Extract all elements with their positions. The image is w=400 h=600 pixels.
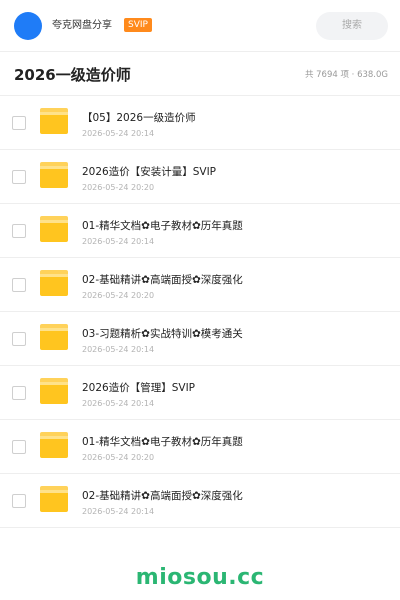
folder-title-bar: 2026一级造价师 共 7694 项 · 638.0G [0, 52, 400, 96]
list-item[interactable]: 03-习题精析✿实战特训✿模考通关 2026-05-24 20:14 [0, 312, 400, 366]
svip-badge: SVIP [124, 18, 152, 32]
item-date: 2026-05-24 20:14 [82, 129, 155, 138]
search-button[interactable]: 搜索 [316, 12, 388, 40]
list-item[interactable]: 02-基础精讲✿高端面授✿深度强化 2026-05-24 20:20 [0, 258, 400, 312]
item-date: 2026-05-24 20:20 [82, 291, 155, 300]
list-item[interactable]: 2026造价【安装计量】SVIP 2026-05-24 20:20 [0, 150, 400, 204]
item-date: 2026-05-24 20:14 [82, 507, 155, 516]
list-item[interactable]: 【05】2026一级造价师 2026-05-24 20:14 [0, 96, 400, 150]
item-date: 2026-05-24 20:20 [82, 453, 155, 462]
item-name: 【05】2026一级造价师 [82, 112, 196, 124]
folder-icon [40, 270, 68, 296]
item-name: 02-基础精讲✿高端面授✿深度强化 [82, 274, 243, 286]
item-checkbox[interactable] [12, 116, 26, 130]
folder-icon [40, 108, 68, 134]
item-date: 2026-05-24 20:20 [82, 183, 155, 192]
item-checkbox[interactable] [12, 278, 26, 292]
list-item[interactable]: 2026造价【管理】SVIP 2026-05-24 20:14 [0, 366, 400, 420]
item-date: 2026-05-24 20:14 [82, 345, 155, 354]
item-date: 2026-05-24 20:14 [82, 399, 155, 408]
item-checkbox[interactable] [12, 332, 26, 346]
folder-icon [40, 486, 68, 512]
list-item[interactable]: 01-精华文档✿电子教材✿历年真题 2026-05-24 20:14 [0, 204, 400, 258]
list-item[interactable]: 01-精华文档✿电子教材✿历年真题 2026-05-24 20:20 [0, 420, 400, 474]
item-checkbox[interactable] [12, 440, 26, 454]
folder-icon [40, 324, 68, 350]
item-name: 2026造价【安装计量】SVIP [82, 166, 216, 178]
item-name: 02-基础精讲✿高端面授✿深度强化 [82, 490, 243, 502]
folder-icon [40, 432, 68, 458]
share-header: 夸克网盘分享 SVIP 搜索 [0, 0, 400, 52]
item-checkbox[interactable] [12, 170, 26, 184]
folder-icon [40, 378, 68, 404]
list-item[interactable]: 02-基础精讲✿高端面授✿深度强化 2026-05-24 20:14 [0, 474, 400, 528]
item-date: 2026-05-24 20:14 [82, 237, 155, 246]
folder-icon [40, 162, 68, 188]
item-checkbox[interactable] [12, 494, 26, 508]
share-title: 夸克网盘分享 [52, 20, 112, 31]
item-name: 2026造价【管理】SVIP [82, 382, 195, 394]
item-checkbox[interactable] [12, 224, 26, 238]
folder-icon [40, 216, 68, 242]
item-name: 01-精华文档✿电子教材✿历年真题 [82, 436, 243, 448]
page-title: 2026一级造价师 [14, 66, 131, 84]
item-name: 01-精华文档✿电子教材✿历年真题 [82, 220, 243, 232]
item-checkbox[interactable] [12, 386, 26, 400]
file-list: 【05】2026一级造价师 2026-05-24 20:14 2026造价【安装… [0, 96, 400, 528]
item-name: 03-习题精析✿实战特训✿模考通关 [82, 328, 243, 340]
avatar[interactable] [14, 12, 42, 40]
watermark-text: miosou.cc [135, 565, 265, 590]
folder-meta: 共 7694 项 · 638.0G [304, 70, 388, 80]
